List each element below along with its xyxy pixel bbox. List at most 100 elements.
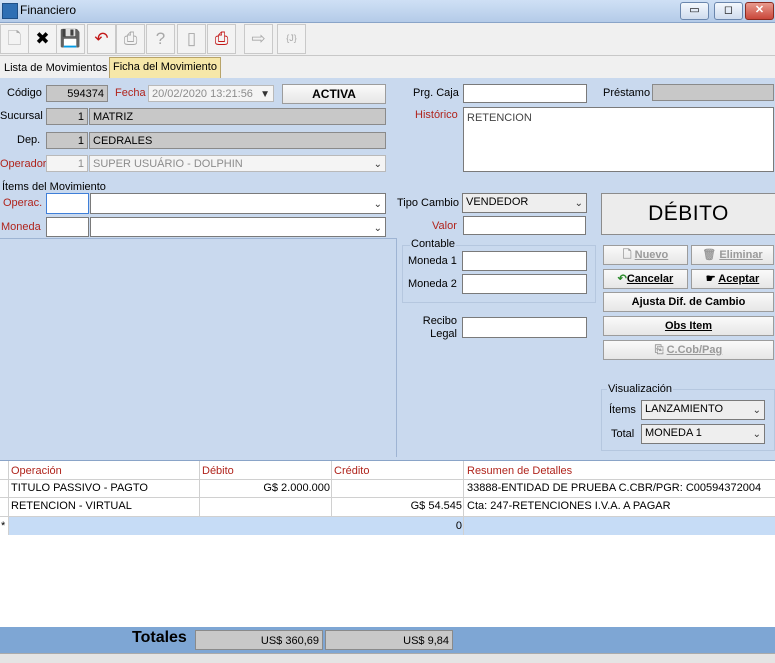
- tab-lista-movimientos[interactable]: Lista de Movimientos: [1, 59, 110, 77]
- fecha-value: 20/02/2020 13:21:56: [152, 88, 253, 100]
- tab-ficha-movimiento[interactable]: Ficha del Movimiento: [109, 57, 221, 78]
- hand-point-icon: ☛: [705, 273, 719, 285]
- print-report-icon[interactable]: ⎙: [207, 24, 236, 54]
- window-title: Financiero: [20, 3, 77, 17]
- undo-arrow-icon: ↶: [617, 273, 627, 285]
- chevron-down-icon: ⌄: [373, 159, 382, 170]
- bookmark-icon[interactable]: ▯: [177, 24, 206, 54]
- tab-strip: Lista de Movimientos Ficha del Movimient…: [0, 56, 775, 79]
- obs-item-button[interactable]: Obs Item: [603, 316, 774, 336]
- total-view-select[interactable]: MONEDA 1 ⌄: [641, 424, 765, 444]
- row3-marker: *: [1, 520, 6, 532]
- moneda1-input[interactable]: [462, 251, 587, 271]
- delete-doc-icon[interactable]: ✖: [28, 24, 57, 54]
- movements-grid[interactable]: Operación Débito Crédito Resumen de Deta…: [0, 460, 775, 628]
- valor-label: Valor: [432, 220, 457, 232]
- c-cob-pag-label: C.Cob/Pag: [666, 344, 723, 356]
- col-operacion[interactable]: Operación: [11, 463, 62, 479]
- fecha-field[interactable]: 20/02/2020 13:21:56 ▼: [148, 85, 274, 102]
- items-view-select[interactable]: LANZAMIENTO ⌄: [641, 400, 765, 420]
- totals-label: Totales: [132, 629, 187, 646]
- prg-caja-input[interactable]: [463, 84, 587, 103]
- tipo-cambio-select[interactable]: VENDEDOR ⌄: [462, 193, 587, 213]
- eliminar-label: Eliminar: [719, 249, 763, 261]
- historico-textarea[interactable]: RETENCION: [463, 107, 774, 172]
- chevron-down-icon: ⌄: [752, 429, 761, 440]
- json-icon[interactable]: {J}: [277, 24, 306, 54]
- total-debito: US$ 360,69: [195, 630, 323, 650]
- operac-select[interactable]: ⌄: [90, 193, 386, 214]
- status-badge: ACTIVA: [282, 84, 386, 104]
- operador-code: 1: [46, 155, 88, 172]
- chevron-down-icon: ⌄: [373, 199, 382, 210]
- operac-code-input[interactable]: [46, 193, 89, 214]
- legal-label: Legal: [430, 328, 457, 340]
- new-doc-icon[interactable]: 🗋: [0, 24, 29, 54]
- obs-item-label: Obs Item: [664, 320, 713, 332]
- form-panel: Código 594374 Fecha 20/02/2020 13:21:56 …: [0, 78, 775, 460]
- dep-code: 1: [46, 132, 88, 149]
- total-view-label: Total: [611, 428, 635, 440]
- moneda-label: Moneda: [1, 221, 41, 233]
- dep-name: CEDRALES: [89, 132, 386, 149]
- export-icon[interactable]: ⇨: [244, 24, 273, 54]
- chevron-down-icon: ⌄: [373, 223, 382, 234]
- items-view-label: Ítems: [609, 404, 636, 416]
- recibo-label: Recibo: [422, 315, 457, 327]
- items-area: [0, 238, 397, 457]
- total-credito: US$ 9,84: [325, 630, 453, 650]
- close-button[interactable]: ✕: [745, 2, 774, 20]
- row1-credito[interactable]: [332, 480, 462, 497]
- visualizacion-label: Visualización: [607, 383, 674, 395]
- chevron-down-icon: ⌄: [574, 198, 583, 209]
- prestamo-field: [652, 84, 774, 101]
- operador-select[interactable]: SUPER USUÁRIO - DOLPHIN ⌄: [89, 155, 386, 172]
- row1-operacion[interactable]: TITULO PASSIVO - PAGTO: [11, 480, 148, 497]
- moneda-select[interactable]: ⌄: [90, 217, 386, 237]
- eliminar-button[interactable]: 🗑 Eliminar: [691, 245, 774, 265]
- sucursal-name: MATRIZ: [89, 108, 386, 125]
- col-resumen[interactable]: Resumen de Detalles: [467, 463, 572, 479]
- tipo-cambio-label: Tipo Cambio: [397, 197, 459, 209]
- moneda2-input[interactable]: [462, 274, 587, 294]
- ajusta-dif-cambio-button[interactable]: Ajusta Dif. de Cambio: [603, 292, 774, 312]
- col-credito[interactable]: Crédito: [334, 463, 369, 479]
- c-cob-pag-button[interactable]: ⎘ C.Cob/Pag: [603, 340, 774, 360]
- historico-label: Histórico: [415, 109, 458, 121]
- operac-label: Operac.: [3, 197, 43, 209]
- aceptar-label: Aceptar: [718, 273, 760, 285]
- row3-credito[interactable]: 0: [332, 518, 462, 535]
- save-icon[interactable]: 💾: [56, 24, 85, 54]
- row2-credito[interactable]: G$ 54.545: [332, 498, 462, 515]
- minimize-button[interactable]: ▭: [680, 2, 709, 20]
- nuevo-button[interactable]: 🗋 Nuevo: [603, 245, 688, 265]
- items-section-label: Ítems del Movimiento: [2, 181, 106, 193]
- moneda-code-input[interactable]: [46, 217, 89, 237]
- row2-debito[interactable]: [200, 498, 330, 515]
- recibo-legal-input[interactable]: [462, 317, 587, 338]
- operador-name: SUPER USUÁRIO - DOLPHIN: [93, 158, 243, 170]
- help-icon[interactable]: ?: [146, 24, 175, 54]
- chevron-down-icon: ⌄: [752, 405, 761, 416]
- nuevo-label: Nuevo: [634, 249, 669, 261]
- maximize-button[interactable]: ◻: [714, 2, 743, 20]
- fecha-label: Fecha: [115, 87, 146, 99]
- col-debito[interactable]: Débito: [202, 463, 234, 479]
- totals-bar: Totales US$ 360,69 US$ 9,84: [0, 627, 775, 653]
- trash-icon: 🗑: [702, 249, 720, 261]
- aceptar-button[interactable]: ☛ Aceptar: [691, 269, 774, 289]
- cancelar-button[interactable]: ↶Cancelar: [603, 269, 688, 289]
- debit-mode-display[interactable]: DÉBITO: [601, 193, 775, 235]
- row2-resumen[interactable]: Cta: 247-RETENCIONES I.V.A. A PAGAR: [467, 498, 671, 515]
- cancelar-label: Cancelar: [626, 273, 674, 285]
- moneda1-label: Moneda 1: [408, 255, 457, 267]
- sucursal-code: 1: [46, 108, 88, 125]
- row1-debito[interactable]: G$ 2.000.000: [200, 480, 330, 497]
- prestamo-label: Préstamo: [603, 87, 651, 99]
- row2-operacion[interactable]: RETENCION - VIRTUAL: [11, 498, 132, 515]
- undo-icon[interactable]: ↶: [87, 24, 116, 54]
- print-icon[interactable]: ⎙: [116, 24, 145, 54]
- row1-resumen[interactable]: 33888-ENTIDAD DE PRUEBA C.CBR/PGR: C0059…: [467, 480, 761, 497]
- total-view-value: MONEDA 1: [645, 427, 702, 439]
- valor-input[interactable]: [463, 216, 586, 235]
